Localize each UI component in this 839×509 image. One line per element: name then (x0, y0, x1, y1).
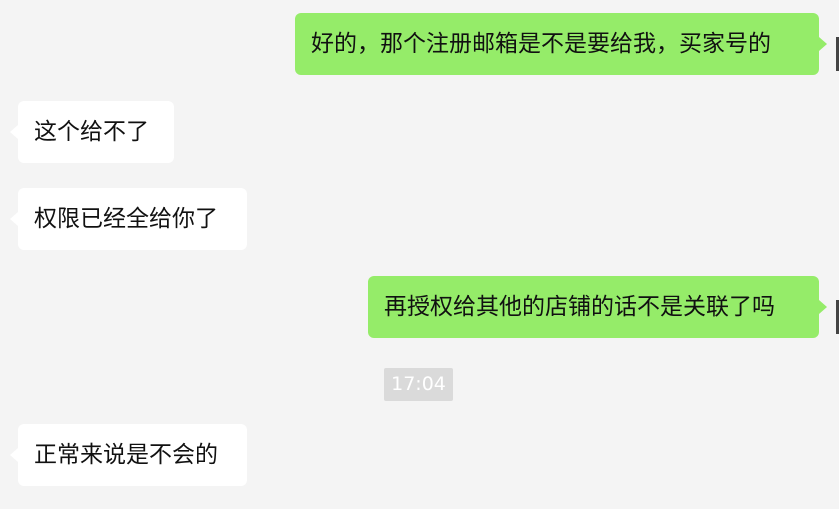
message-incoming[interactable]: 权限已经全给你了 (10, 188, 247, 250)
message-bubble: 正常来说是不会的 (10, 424, 247, 486)
message-bubble: 再授权给其他的店铺的话不是关联了吗 (368, 276, 827, 338)
chat-thread: 好的，那个注册邮箱是不是要给我，买家号的 这个给不了 权限已经全给你了 再授权给… (0, 0, 839, 509)
message-bubble: 权限已经全给你了 (10, 188, 247, 250)
message-incoming[interactable]: 这个给不了 (10, 101, 174, 163)
message-incoming[interactable]: 正常来说是不会的 (10, 424, 247, 486)
message-outgoing[interactable]: 好的，那个注册邮箱是不是要给我，买家号的 (295, 13, 827, 75)
message-bubble: 这个给不了 (10, 101, 174, 163)
message-bubble: 好的，那个注册邮箱是不是要给我，买家号的 (295, 13, 827, 75)
message-timestamp: 17:04 (384, 368, 453, 401)
message-outgoing[interactable]: 再授权给其他的店铺的话不是关联了吗 (368, 276, 827, 338)
